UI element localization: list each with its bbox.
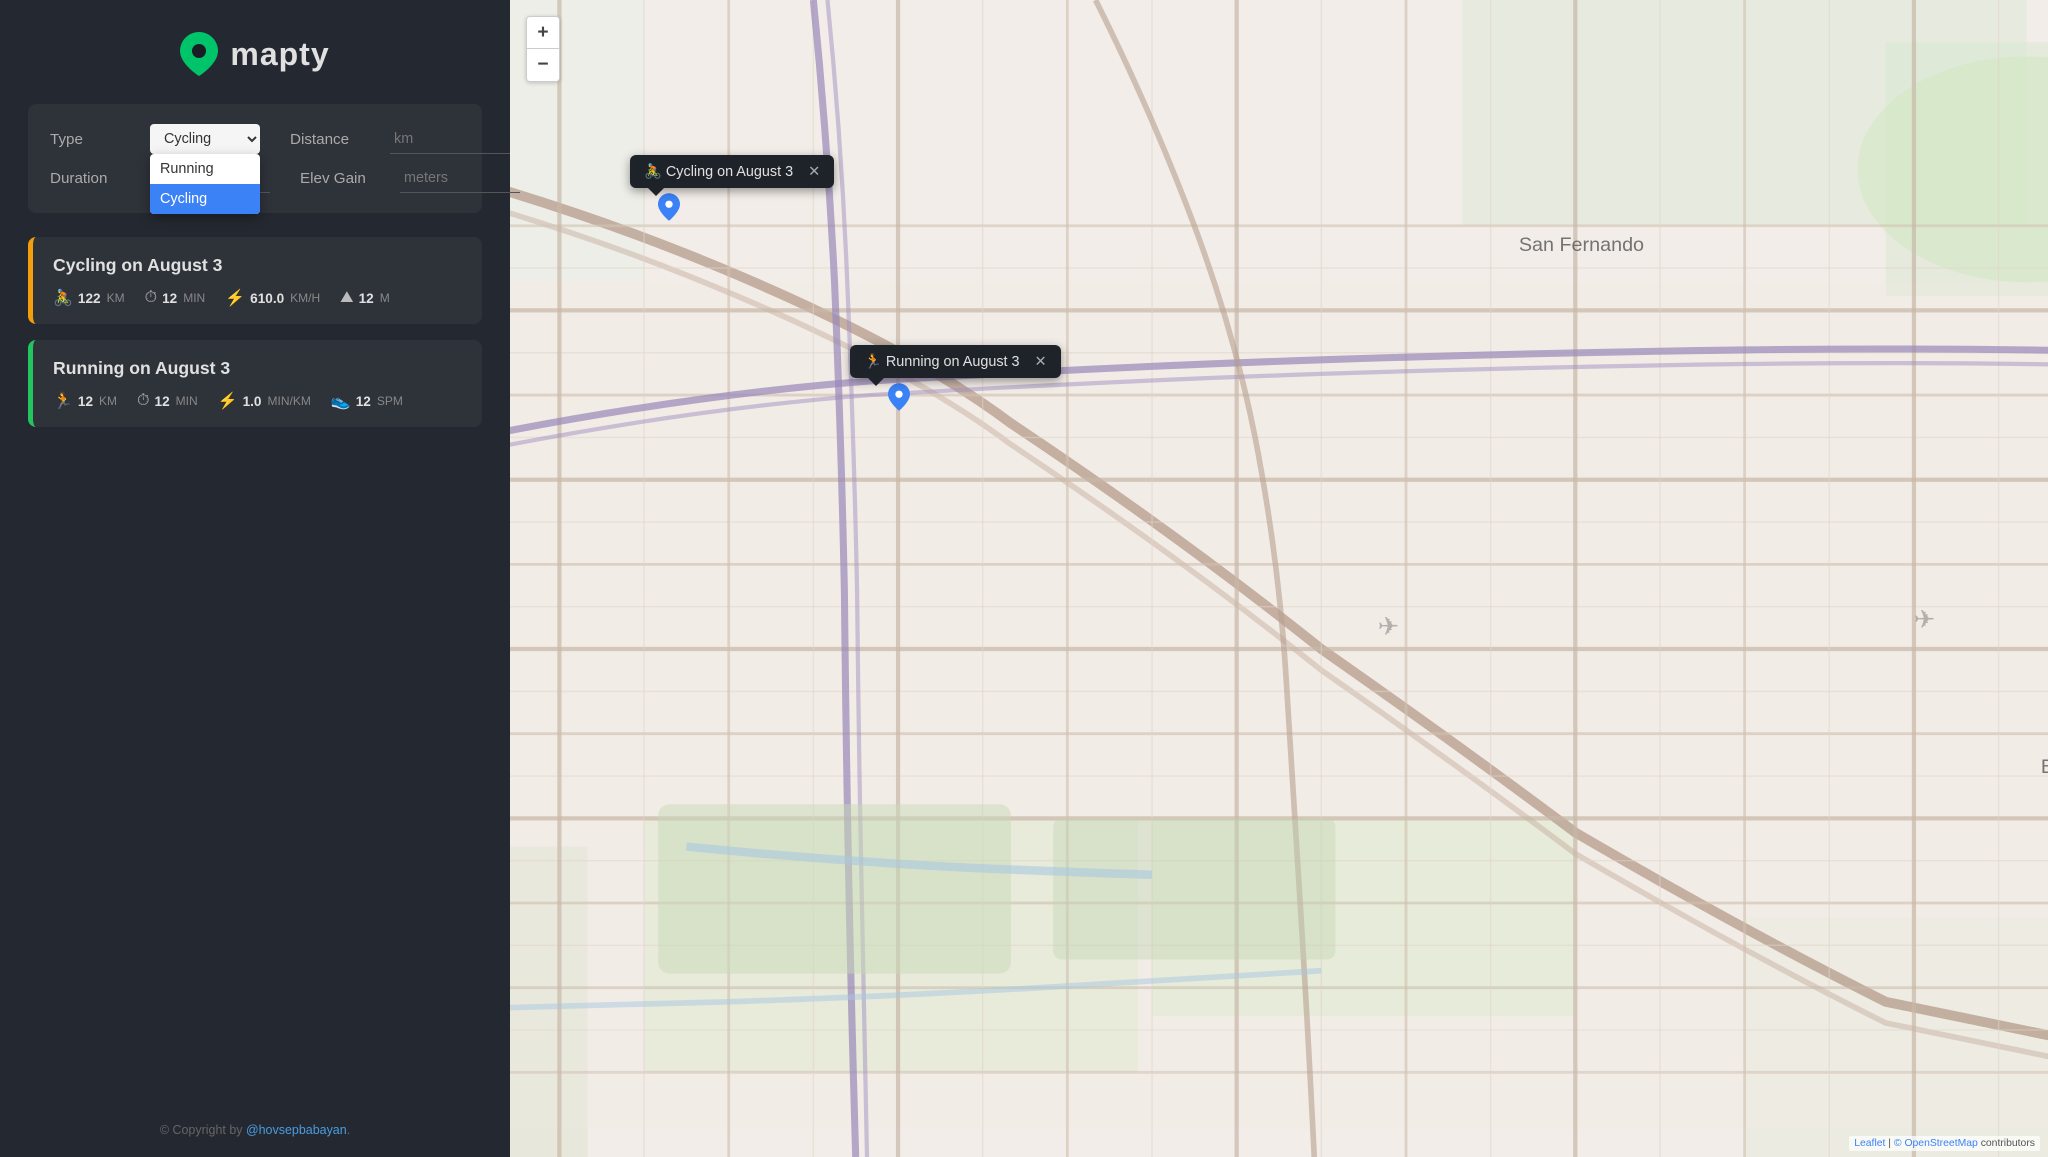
stat-unit: KM — [107, 291, 125, 305]
stat-item: ⛰ 12 M — [340, 288, 390, 308]
running-popup: 🏃 Running on August 3 ✕ — [850, 345, 1061, 378]
stat-value: 610.0 — [250, 291, 284, 306]
workout-card-running-aug3[interactable]: Running on August 3 🏃 12 KM ⏱ 12 MIN ⚡ 1.0 MIN/KM… — [28, 340, 482, 427]
stat-value: 12 — [162, 291, 177, 306]
footer-text: © Copyright by — [160, 1123, 246, 1137]
stat-emoji: ⚡ — [218, 391, 238, 411]
stat-item: 🏃 12 KM — [53, 391, 117, 411]
type-select[interactable]: Cycling Running — [150, 124, 260, 154]
sidebar: mapty Type Cycling Running Running Cycli… — [0, 0, 510, 1157]
stat-emoji: 🚴 — [53, 288, 73, 308]
sidebar-footer: © Copyright by @hovsepbabayan. — [0, 1103, 510, 1157]
stat-value: 12 — [78, 394, 93, 409]
leaflet-link[interactable]: Leaflet — [1854, 1138, 1885, 1149]
workout-stats: 🚴 122 KM ⏱ 12 MIN ⚡ 610.0 KM/H ⛰ 12 M — [53, 288, 462, 308]
svg-text:✈: ✈ — [1378, 613, 1399, 641]
stat-item: 👟 12 SPM — [331, 391, 403, 411]
type-dropdown-open[interactable]: Running Cycling — [150, 154, 260, 214]
stat-item: ⏱ 12 MIN — [145, 288, 206, 308]
running-pin-icon — [888, 383, 910, 411]
stat-value: 1.0 — [243, 394, 262, 409]
stat-unit: MIN — [176, 394, 198, 408]
type-field: Type Cycling Running Running Cycling — [50, 124, 260, 154]
stat-emoji: ⏱ — [137, 392, 149, 410]
workout-card-cycling-aug3[interactable]: Cycling on August 3 🚴 122 KM ⏱ 12 MIN ⚡ 610.0 KM/… — [28, 237, 482, 324]
stat-item: ⚡ 1.0 MIN/KM — [218, 391, 311, 411]
stat-value: 12 — [359, 291, 374, 306]
mapty-logo-icon — [180, 32, 218, 76]
stat-unit: SPM — [377, 394, 403, 408]
dropdown-option-cycling[interactable]: Cycling — [150, 184, 260, 214]
stat-value: 12 — [356, 394, 371, 409]
cycling-marker[interactable] — [658, 193, 680, 226]
workout-list: Cycling on August 3 🚴 122 KM ⏱ 12 MIN ⚡ 610.0 KM/… — [0, 237, 510, 1103]
svg-text:San Fernando: San Fernando — [1519, 234, 1644, 256]
running-popup-close[interactable]: ✕ — [1035, 354, 1047, 370]
stat-item: 🚴 122 KM — [53, 288, 125, 308]
dropdown-option-running[interactable]: Running — [150, 154, 260, 184]
stat-emoji: ⏱ — [145, 289, 157, 307]
elevgain-label: Elev Gain — [300, 170, 390, 187]
type-label: Type — [50, 131, 140, 148]
distance-label: Distance — [290, 131, 380, 148]
stat-unit: M — [380, 291, 390, 305]
footer-suffix: . — [347, 1123, 350, 1137]
stat-unit: KM — [99, 394, 117, 408]
svg-text:✈: ✈ — [1914, 606, 1935, 634]
stat-item: ⏱ 12 MIN — [137, 391, 198, 411]
map-container[interactable]: Foothill Freeway San Fernando Burbank ✈ … — [510, 0, 2048, 1157]
workout-title: Cycling on August 3 — [53, 255, 462, 276]
cycling-pin-icon — [658, 193, 680, 221]
footer-link[interactable]: @hovsepbabayan — [246, 1123, 347, 1137]
sidebar-header: mapty — [0, 0, 510, 104]
app-title: mapty — [230, 36, 329, 73]
distance-input[interactable] — [390, 125, 510, 154]
elevgain-input[interactable] — [400, 164, 520, 193]
osm-link[interactable]: © OpenStreetMap — [1894, 1138, 1978, 1149]
cycling-popup-label: 🚴 Cycling on August 3 — [644, 163, 793, 180]
stat-item: ⚡ 610.0 KM/H — [225, 288, 320, 308]
stat-emoji: ⛰ — [340, 289, 353, 307]
stat-emoji: 👟 — [331, 391, 351, 411]
zoom-out-button[interactable]: − — [527, 49, 559, 81]
cycling-popup: 🚴 Cycling on August 3 ✕ — [630, 155, 834, 188]
map-credit: Leaflet | © OpenStreetMap contributors — [1849, 1136, 2040, 1151]
workout-title: Running on August 3 — [53, 358, 462, 379]
type-dropdown-wrapper[interactable]: Cycling Running Running Cycling — [150, 124, 260, 154]
running-popup-label: 🏃 Running on August 3 — [864, 353, 1020, 370]
stat-unit: KM/H — [290, 291, 320, 305]
stat-value: 122 — [78, 291, 101, 306]
stat-value: 12 — [155, 394, 170, 409]
svg-text:Burbank: Burbank — [2041, 756, 2048, 778]
elevgain-field: Elev Gain — [300, 164, 520, 193]
cycling-popup-close[interactable]: ✕ — [808, 164, 820, 180]
stat-emoji: 🏃 — [53, 391, 73, 411]
map-controls: + − — [526, 16, 560, 82]
distance-field: Distance — [290, 125, 510, 154]
zoom-in-button[interactable]: + — [527, 17, 559, 49]
stat-unit: MIN — [183, 291, 205, 305]
running-marker[interactable] — [888, 383, 910, 416]
duration-label: Duration — [50, 170, 140, 187]
stat-emoji: ⚡ — [225, 288, 245, 308]
workout-stats: 🏃 12 KM ⏱ 12 MIN ⚡ 1.0 MIN/KM 👟 12 SPM — [53, 391, 462, 411]
workout-form: Type Cycling Running Running Cycling Dis… — [28, 104, 482, 213]
stat-unit: MIN/KM — [267, 394, 310, 408]
